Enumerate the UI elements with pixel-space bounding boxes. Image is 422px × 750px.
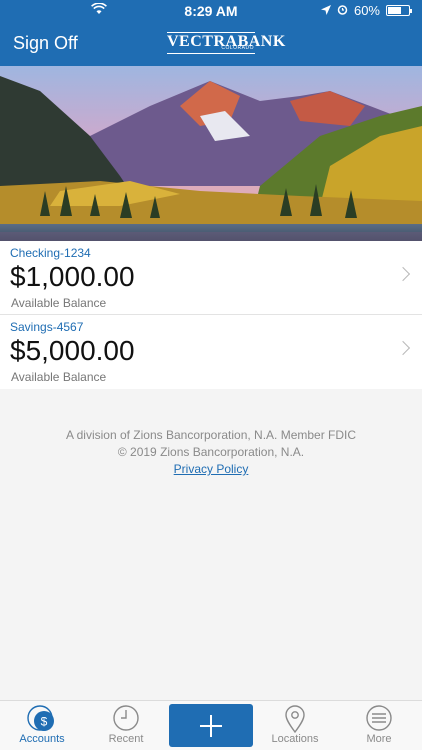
account-balance: $5,000.00 (10, 335, 135, 366)
svg-text:$: $ (41, 715, 48, 729)
privacy-policy-link[interactable]: Privacy Policy (174, 462, 249, 476)
tab-label: Recent (108, 733, 144, 745)
tab-recent[interactable]: Recent (84, 701, 168, 750)
bank-logo: VECTRABANK COLORADO (167, 32, 285, 54)
chevron-right-icon (395, 266, 411, 282)
account-row-savings[interactable]: Savings-4567 $5,000.00 Available Balance (0, 315, 422, 389)
account-balance: $1,000.00 (10, 261, 135, 292)
tab-locations[interactable]: Locations (253, 701, 337, 750)
chevron-right-icon (395, 340, 411, 356)
sign-off-button[interactable]: Sign Off (13, 33, 78, 54)
tab-bar: $ Accounts Recent Locations More (0, 700, 422, 750)
account-row-checking[interactable]: Checking-1234 $1,000.00 Available Balanc… (0, 241, 422, 315)
account-name: Savings-4567 (10, 320, 84, 334)
status-bar: 8:29 AM 60% (0, 0, 422, 22)
balance-label: Available Balance (11, 370, 107, 384)
tab-more[interactable]: More (337, 701, 421, 750)
balance-label: Available Balance (11, 296, 107, 310)
fdic-notice: A division of Zions Bancorporation, N.A.… (65, 428, 357, 442)
tab-label: Locations (271, 733, 319, 745)
accounts-list: Checking-1234 $1,000.00 Available Balanc… (0, 241, 422, 389)
battery-percent: 60% (353, 3, 380, 18)
copyright-notice: © 2019 Zions Bancorporation, N.A. (117, 445, 305, 459)
location-arrow-icon (320, 3, 331, 18)
add-action-button[interactable] (169, 704, 253, 747)
footer-disclaimer: A division of Zions Bancorporation, N.A.… (0, 427, 422, 478)
hero-mountain-image (0, 66, 422, 241)
alarm-icon (337, 3, 348, 18)
tab-accounts[interactable]: $ Accounts (0, 701, 84, 750)
battery-icon (386, 5, 412, 16)
tab-label: More (366, 733, 392, 745)
tab-label: Accounts (19, 733, 65, 745)
app-header: 8:29 AM 60% Sign Off VECTRABANK COLORADO (0, 0, 422, 66)
account-name: Checking-1234 (10, 246, 91, 260)
logo-subtext: COLORADO (221, 45, 254, 51)
